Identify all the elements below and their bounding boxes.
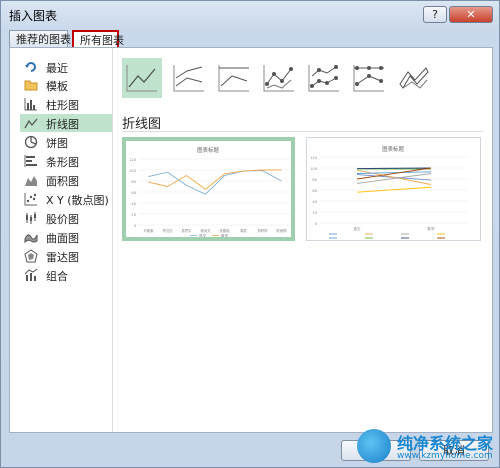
line-subtype-icon bbox=[126, 65, 157, 92]
sidebar-item-label: 组合 bbox=[46, 270, 68, 283]
tab-recommended-charts[interactable]: 推荐的图表 bbox=[9, 30, 71, 48]
y-tick-label: 60 bbox=[131, 191, 136, 195]
y-tick-label: 20 bbox=[131, 213, 136, 217]
help-button[interactable]: ? bbox=[423, 6, 447, 23]
sidebar-item-label: 面积图 bbox=[46, 175, 79, 188]
sidebar-item-recent[interactable]: 最近 bbox=[20, 58, 112, 76]
x-tick-label: 数学 bbox=[427, 226, 435, 231]
close-button[interactable]: ✕ bbox=[449, 6, 493, 23]
insert-chart-dialog: 插入图表 ? ✕ 推荐的图表 所有图表 最近 模板 柱形图 折线图 饼图 条形图… bbox=[0, 0, 500, 468]
y-tick-label: 80 bbox=[131, 180, 136, 184]
y-tick-label: 80 bbox=[312, 178, 317, 182]
y-tick-label: 20 bbox=[312, 211, 317, 215]
sidebar-item-pie[interactable]: 饼图 bbox=[20, 133, 112, 151]
watermark-url: www.kzmyhome.com bbox=[397, 451, 493, 461]
y-tick-label: 40 bbox=[131, 202, 136, 206]
chart-title: 图表标题 bbox=[197, 146, 220, 154]
series-line bbox=[356, 167, 432, 169]
3d-line-subtype-icon bbox=[399, 67, 429, 89]
section-divider bbox=[122, 131, 484, 132]
percent-stacked-markers-subtype-icon bbox=[353, 65, 384, 92]
sidebar-item-label: 雷达图 bbox=[46, 251, 79, 264]
y-tick-label: 0 bbox=[134, 224, 137, 228]
chart-preview-2[interactable]: 图表标题 120 100 80 60 40 20 0 语文 数学 bbox=[306, 137, 481, 241]
y-tick-label: 60 bbox=[312, 189, 317, 193]
chart-preview-1[interactable]: 图表标题 120 100 80 60 40 20 0 刘素素 李沉沉 易思宇 杨… bbox=[122, 137, 295, 241]
recent-icon bbox=[25, 62, 36, 72]
subtype-stacked-line[interactable] bbox=[169, 58, 209, 98]
stacked-line-subtype-icon bbox=[173, 65, 204, 92]
x-tick-label: 语文 bbox=[353, 226, 361, 231]
subtype-stacked-line-markers[interactable] bbox=[304, 58, 344, 98]
sidebar-item-scatter[interactable]: X Y (散点图) bbox=[20, 190, 112, 208]
sidebar-item-column[interactable]: 柱形图 bbox=[20, 95, 112, 113]
x-tick-label: 张春艳 bbox=[219, 228, 230, 233]
line-markers-subtype-icon bbox=[263, 65, 294, 92]
x-tick-label: 陈雨桐 bbox=[276, 228, 287, 233]
chart-title: 图表标题 bbox=[382, 145, 405, 153]
scatter-chart-icon bbox=[24, 193, 37, 206]
title-bar: 插入图表 ? ✕ bbox=[1, 1, 499, 29]
sidebar-item-label: 条形图 bbox=[46, 156, 79, 169]
sidebar-item-combo[interactable]: 组合 bbox=[20, 266, 112, 284]
legend-item: 数学 bbox=[221, 233, 229, 237]
x-tick-label: 易思宇 bbox=[181, 228, 192, 233]
stacked-line-markers-subtype-icon bbox=[308, 65, 339, 92]
sidebar-item-templates[interactable]: 模板 bbox=[20, 76, 112, 94]
surface-chart-icon bbox=[24, 234, 38, 244]
bar-chart-icon bbox=[24, 155, 37, 167]
area-chart-icon bbox=[25, 176, 37, 186]
line-chart-by-student: 图表标题 120 100 80 60 40 20 0 刘素素 李沉沉 易思宇 杨… bbox=[129, 146, 291, 237]
series-line bbox=[148, 170, 282, 195]
folder-icon bbox=[24, 80, 38, 91]
sidebar-item-label: 股价图 bbox=[46, 213, 79, 226]
y-tick-label: 120 bbox=[129, 158, 137, 162]
chart-type-sidebar: 最近 模板 柱形图 折线图 饼图 条形图 面积图 X Y (散点图) 股价图 曲… bbox=[10, 48, 113, 432]
sidebar-item-label: 曲面图 bbox=[46, 232, 79, 245]
sidebar-item-area[interactable]: 面积图 bbox=[20, 171, 112, 189]
column-chart-icon bbox=[24, 98, 37, 111]
x-tick-label: 李沉沉 bbox=[162, 228, 173, 233]
pie-chart-icon bbox=[24, 135, 38, 149]
dialog-title: 插入图表 bbox=[9, 9, 58, 23]
sidebar-item-label: 折线图 bbox=[46, 118, 79, 131]
sidebar-item-label: X Y (散点图) bbox=[46, 194, 109, 207]
stock-chart-icon bbox=[26, 212, 36, 224]
y-tick-label: 100 bbox=[310, 167, 318, 171]
x-tick-label: 郑婷婷 bbox=[257, 228, 268, 233]
series-line bbox=[356, 186, 432, 193]
line-chart-by-subject: 图表标题 120 100 80 60 40 20 0 语文 数学 bbox=[310, 145, 468, 239]
x-tick-label: 刘素素 bbox=[143, 228, 154, 233]
x-tick-label: 杨诗文 bbox=[200, 228, 211, 233]
sidebar-item-label: 柱形图 bbox=[46, 99, 79, 112]
y-tick-label: 100 bbox=[129, 169, 137, 173]
subtype-100-stacked-line-markers[interactable] bbox=[349, 58, 389, 98]
sidebar-item-stock[interactable]: 股价图 bbox=[20, 209, 112, 227]
section-title: 折线图 bbox=[122, 117, 162, 132]
combo-chart-icon bbox=[24, 268, 38, 281]
subtype-3d-line[interactable] bbox=[394, 58, 434, 98]
radar-chart-icon bbox=[24, 249, 38, 263]
subtype-100-stacked-line[interactable] bbox=[214, 58, 254, 98]
sidebar-item-surface[interactable]: 曲面图 bbox=[20, 228, 112, 246]
sidebar-item-bar[interactable]: 条形图 bbox=[20, 152, 112, 170]
sidebar-item-label: 最近 bbox=[46, 62, 68, 75]
watermark-logo-icon bbox=[357, 429, 391, 463]
percent-stacked-line-subtype-icon bbox=[218, 65, 249, 92]
sidebar-item-line[interactable]: 折线图 bbox=[20, 114, 112, 132]
site-watermark: 纯净系统之家 www.kzmyhome.com bbox=[357, 427, 497, 467]
sidebar-item-label: 模板 bbox=[46, 80, 68, 93]
subtype-line-markers[interactable] bbox=[259, 58, 299, 98]
legend-item: 语文 bbox=[199, 233, 207, 237]
y-tick-label: 120 bbox=[310, 156, 318, 160]
subtype-line[interactable] bbox=[122, 58, 162, 98]
x-tick-label: 周药 bbox=[240, 228, 247, 233]
sidebar-item-label: 饼图 bbox=[46, 137, 68, 150]
y-tick-label: 0 bbox=[315, 222, 318, 226]
sidebar-item-radar[interactable]: 雷达图 bbox=[20, 247, 112, 265]
chart-panel: 最近 模板 柱形图 折线图 饼图 条形图 面积图 X Y (散点图) 股价图 曲… bbox=[9, 47, 493, 433]
y-tick-label: 40 bbox=[312, 200, 317, 204]
line-chart-icon bbox=[24, 118, 38, 129]
